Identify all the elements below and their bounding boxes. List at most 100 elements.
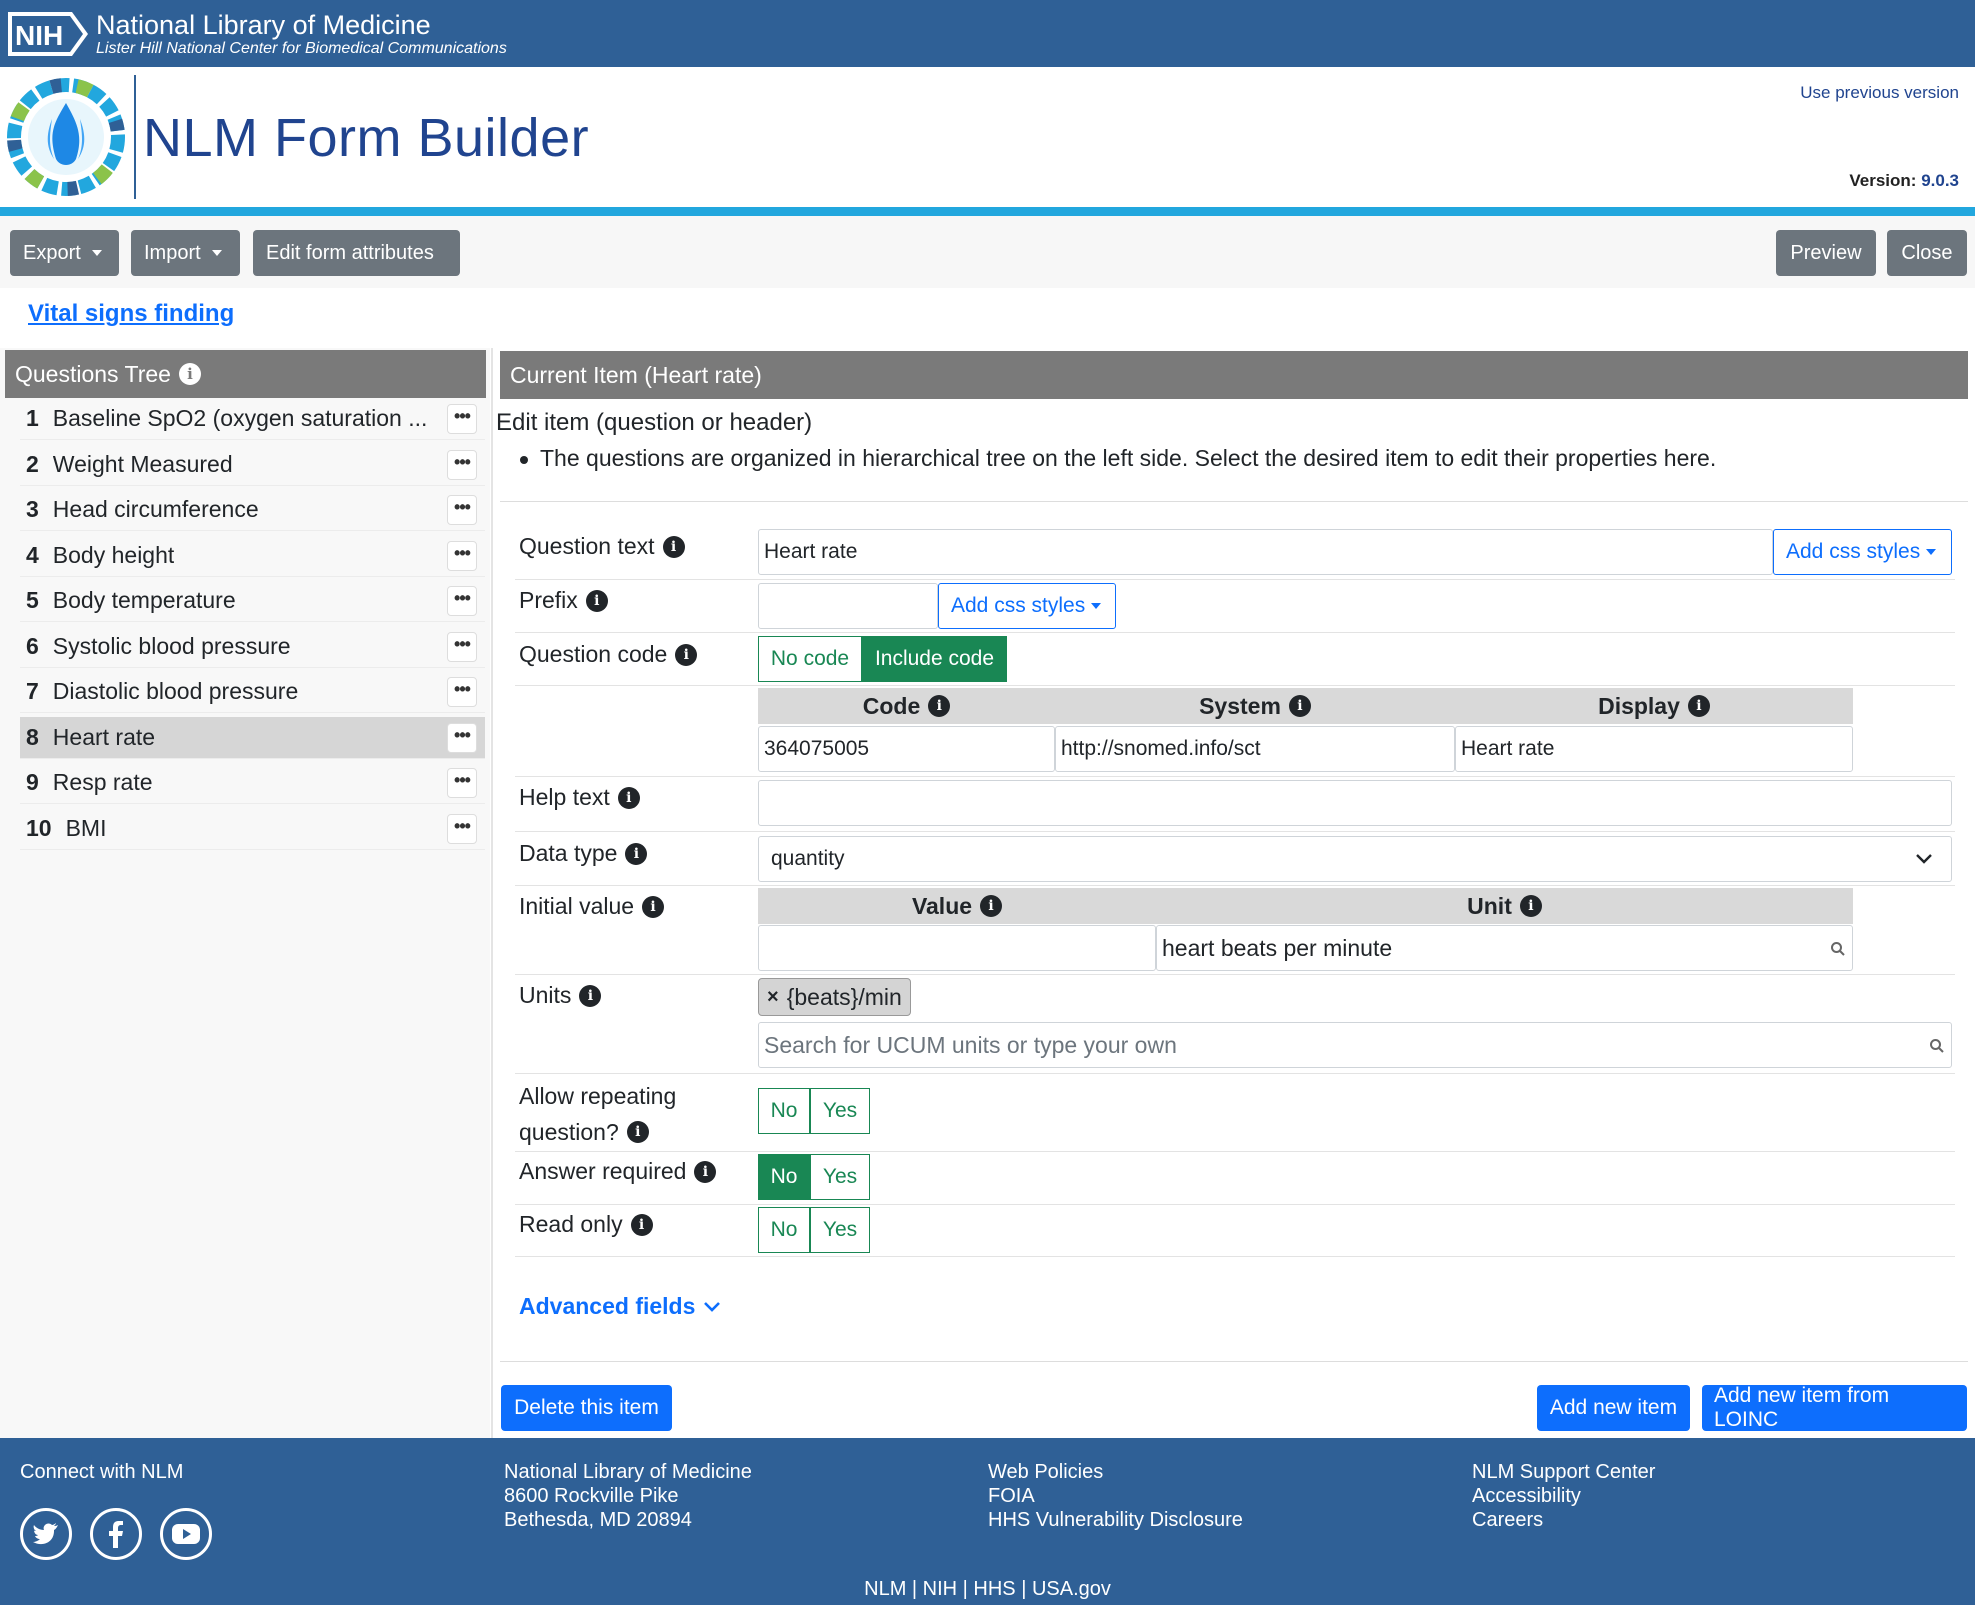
facebook-icon[interactable]	[90, 1508, 142, 1560]
tree-item[interactable]: 7 Diastolic blood pressure •••	[20, 671, 485, 713]
prefix-input[interactable]	[758, 583, 938, 629]
info-icon[interactable]: i	[630, 1213, 653, 1236]
careers-link[interactable]: Careers	[1472, 1508, 1655, 1532]
prefix-label: Prefix i	[519, 587, 608, 614]
row-divider	[515, 579, 1955, 580]
no-code-toggle[interactable]: No code	[758, 636, 862, 682]
more-options-icon[interactable]: •••	[447, 540, 477, 571]
more-options-icon[interactable]: •••	[447, 631, 477, 662]
info-icon[interactable]: i	[1519, 895, 1542, 917]
info-icon[interactable]: i	[928, 695, 951, 717]
tree-item-number: 8	[26, 723, 39, 750]
export-button[interactable]: Export	[10, 230, 119, 276]
more-options-icon[interactable]: •••	[447, 768, 477, 798]
hhs-vulnerability-link[interactable]: HHS Vulnerability Disclosure	[988, 1508, 1243, 1532]
tree-item[interactable]: 10 BMI •••	[20, 808, 485, 850]
support-center-link[interactable]: NLM Support Center	[1472, 1460, 1655, 1484]
allow-repeating-no[interactable]: No	[758, 1088, 810, 1134]
chevron-down-icon	[704, 1301, 721, 1312]
footer-address: National Library of Medicine 8600 Rockvi…	[504, 1461, 752, 1531]
tree-item-number: 3	[26, 496, 39, 522]
answer-required-yes[interactable]: Yes	[810, 1154, 870, 1200]
answer-required-no[interactable]: No	[758, 1154, 810, 1200]
row-divider	[515, 685, 1955, 686]
questions-tree-panel: Questions Tree i 1 Baseline SpO2 (oxygen …	[0, 348, 490, 1438]
accessibility-link[interactable]: Accessibility	[1472, 1484, 1655, 1508]
add-from-loinc-button[interactable]: Add new item from LOINC	[1702, 1384, 1967, 1431]
youtube-icon[interactable]	[160, 1508, 212, 1560]
tree-item[interactable]: 6 Systolic blood pressure •••	[20, 626, 485, 668]
allow-repeating-yes[interactable]: Yes	[810, 1088, 870, 1134]
more-options-icon[interactable]: •••	[447, 495, 477, 525]
info-icon[interactable]: i	[178, 363, 201, 385]
info-icon[interactable]: i	[626, 1121, 649, 1143]
advanced-fields-toggle[interactable]: Advanced fields	[519, 1293, 721, 1320]
tree-item[interactable]: 9 Resp rate •••	[20, 762, 485, 804]
tree-item[interactable]: 1 Baseline SpO2 (oxygen saturation ... •••	[20, 398, 485, 440]
chevron-down-icon	[1091, 603, 1102, 609]
read-only-yes[interactable]: Yes	[810, 1207, 870, 1253]
web-policies-link[interactable]: Web Policies	[988, 1460, 1243, 1484]
use-previous-version-link[interactable]: Use previous version	[1800, 83, 1959, 103]
display-column-header: Display i	[1455, 688, 1853, 724]
initial-unit-input[interactable]: heart beats per minute	[1156, 925, 1853, 971]
footer-agency-links[interactable]: NLM | NIH | HHS | USA.gov	[0, 1578, 1975, 1601]
edit-form-attributes-button[interactable]: Edit form attributes	[253, 230, 460, 276]
info-icon[interactable]: i	[585, 589, 608, 612]
form-title-link[interactable]: Vital signs finding	[28, 300, 234, 328]
preview-button[interactable]: Preview	[1776, 230, 1876, 276]
separator	[500, 501, 1968, 502]
twitter-icon[interactable]	[20, 1508, 72, 1560]
nih-logo-text: NIH	[15, 20, 63, 51]
tree-item-label: Weight Measured	[52, 450, 233, 477]
info-icon[interactable]: i	[579, 984, 602, 1007]
info-icon[interactable]: i	[675, 643, 698, 666]
tree-item[interactable]: 3 Head circumference •••	[20, 489, 485, 531]
info-icon[interactable]: i	[617, 786, 640, 809]
question-text-input[interactable]: Heart rate	[758, 529, 1773, 575]
info-icon[interactable]: i	[1687, 695, 1710, 717]
initial-value-label: Initial value i	[519, 893, 665, 920]
include-code-toggle[interactable]: Include code	[862, 636, 1007, 682]
units-search-input[interactable]: Search for UCUM units or type your own	[758, 1022, 1952, 1068]
info-icon[interactable]: i	[694, 1160, 717, 1183]
more-options-icon[interactable]: •••	[447, 404, 477, 434]
prefix-css-styles-button[interactable]: Add css styles	[938, 583, 1116, 629]
more-options-icon[interactable]: •••	[447, 449, 477, 480]
question-text-css-styles-button[interactable]: Add css styles	[1773, 529, 1952, 575]
help-text-input[interactable]	[758, 780, 1952, 826]
more-options-icon[interactable]: •••	[447, 677, 477, 707]
tree-item[interactable]: 5 Body temperature •••	[20, 580, 485, 622]
read-only-no[interactable]: No	[758, 1207, 810, 1253]
initial-value-input[interactable]	[758, 925, 1156, 971]
more-options-icon[interactable]: •••	[447, 813, 477, 844]
tree-item-label: Systolic blood pressure	[52, 632, 291, 659]
info-icon[interactable]: i	[625, 842, 648, 865]
info-icon[interactable]: i	[662, 535, 685, 558]
unit-chip[interactable]: × {beats}/min	[758, 978, 911, 1016]
code-input[interactable]: 364075005	[758, 726, 1055, 772]
tree-item[interactable]: 4 Body height •••	[20, 535, 485, 577]
info-icon[interactable]: i	[642, 895, 665, 918]
footer-policies: Web Policies FOIA HHS Vulnerability Disc…	[988, 1460, 1243, 1532]
delete-item-button[interactable]: Delete this item	[501, 1385, 672, 1431]
remove-icon[interactable]: ×	[767, 986, 779, 1009]
form-builder-logo-icon	[7, 78, 125, 196]
info-icon[interactable]: i	[980, 895, 1003, 917]
close-button[interactable]: Close	[1887, 230, 1967, 276]
more-options-icon[interactable]: •••	[447, 586, 477, 616]
bullet-icon	[520, 455, 528, 464]
data-type-select[interactable]: quantity	[758, 836, 1952, 882]
more-options-icon[interactable]: •••	[447, 722, 477, 753]
tree-item[interactable]: 8 Heart rate •••	[20, 716, 485, 759]
foia-link[interactable]: FOIA	[988, 1484, 1243, 1508]
add-new-item-button[interactable]: Add new item	[1537, 1385, 1690, 1431]
tree-item-number: 9	[26, 769, 39, 795]
allow-repeating-label: Allow repeating question? i	[519, 1083, 677, 1145]
import-button[interactable]: Import	[131, 230, 240, 276]
display-input[interactable]: Heart rate	[1455, 726, 1853, 772]
tree-item-number: 1	[26, 405, 39, 431]
info-icon[interactable]: i	[1288, 695, 1311, 717]
system-input[interactable]: http://snomed.info/sct	[1055, 726, 1455, 772]
tree-item[interactable]: 2 Weight Measured •••	[20, 444, 485, 486]
